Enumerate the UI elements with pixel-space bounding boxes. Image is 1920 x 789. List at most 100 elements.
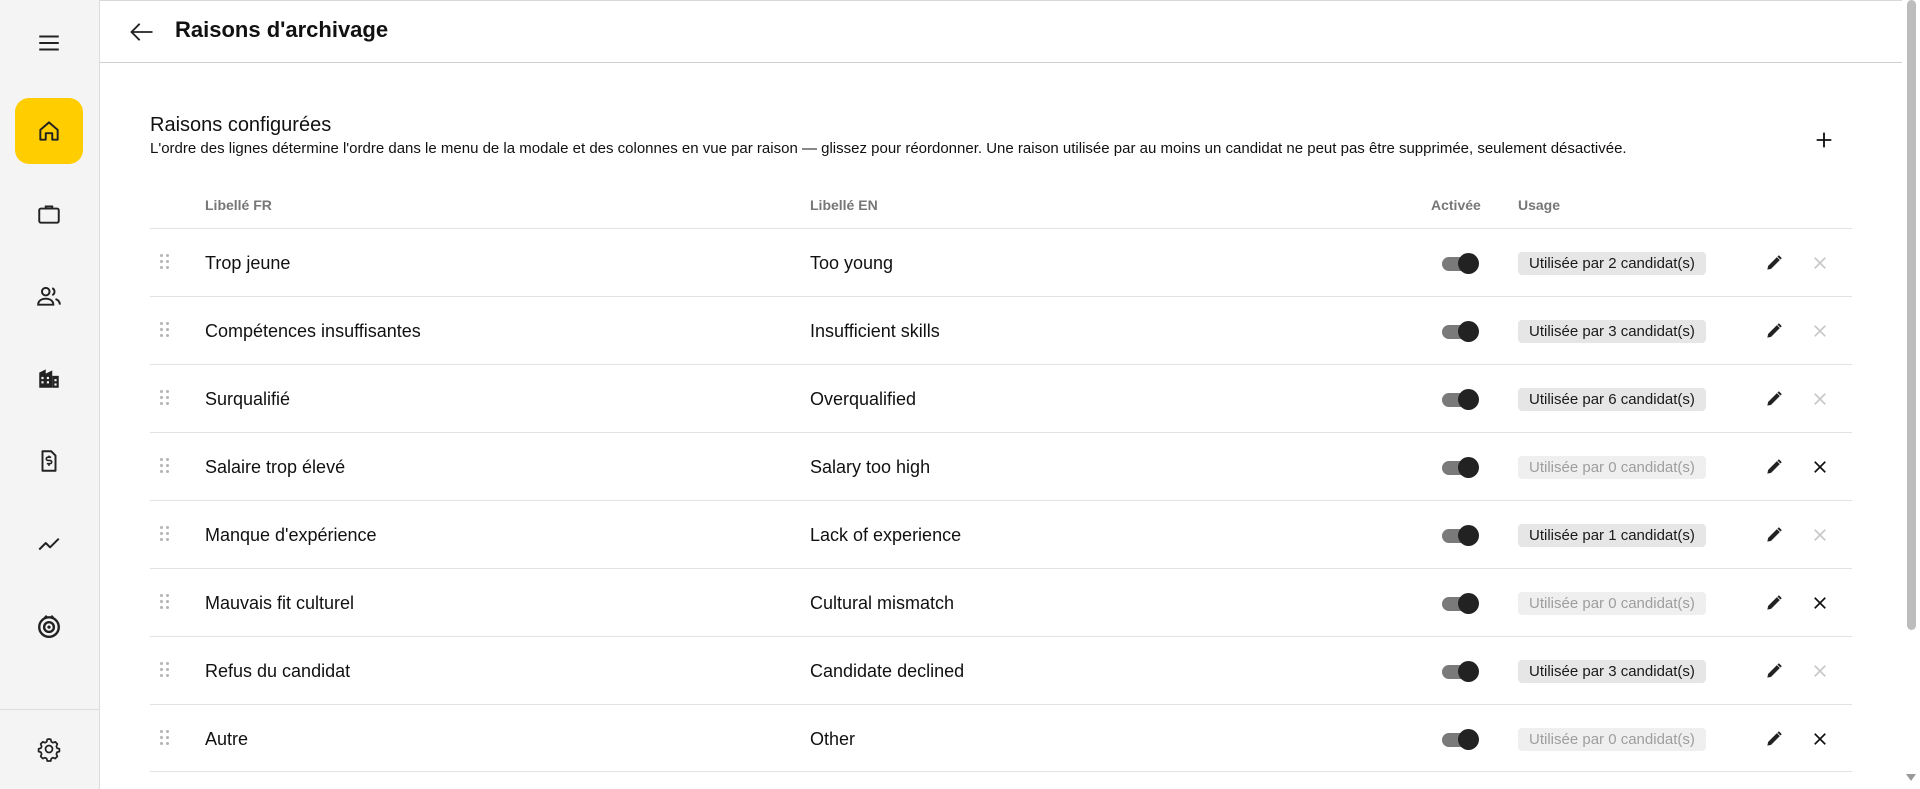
toggle-knob bbox=[1458, 729, 1479, 750]
label-fr-cell: Trop jeune bbox=[205, 253, 291, 273]
delete-button[interactable] bbox=[1808, 659, 1832, 683]
sidebar-item-companies[interactable] bbox=[15, 345, 83, 411]
close-icon bbox=[1814, 665, 1826, 677]
pencil-icon bbox=[1767, 595, 1782, 610]
label-en-cell: Too young bbox=[810, 253, 894, 273]
pencil-icon bbox=[1767, 459, 1782, 474]
enabled-toggle[interactable] bbox=[1442, 253, 1479, 274]
label-fr-cell: Autre bbox=[205, 729, 249, 749]
column-header-label-en: Libellé EN bbox=[810, 197, 878, 213]
sidebar-item-invoices[interactable] bbox=[15, 428, 83, 494]
enabled-toggle[interactable] bbox=[1442, 593, 1479, 614]
delete-button[interactable] bbox=[1808, 523, 1832, 547]
menu-icon bbox=[39, 35, 59, 51]
label-en-cell: Lack of experience bbox=[810, 525, 962, 545]
edit-button[interactable] bbox=[1762, 659, 1786, 683]
sidebar-item-settings[interactable] bbox=[15, 716, 83, 782]
table-row: Autre Other Utilisée par 0 candidat(s) bbox=[150, 704, 1852, 772]
enabled-toggle[interactable] bbox=[1442, 389, 1479, 410]
delete-button[interactable] bbox=[1808, 319, 1832, 343]
toggle-knob bbox=[1458, 253, 1479, 274]
edit-button[interactable] bbox=[1762, 523, 1786, 547]
toggle-knob bbox=[1458, 593, 1479, 614]
table-row: Salaire trop élevé Salary too high Utili… bbox=[150, 432, 1852, 500]
usage-badge: Utilisée par 6 candidat(s) bbox=[1518, 388, 1706, 411]
add-reason-button[interactable] bbox=[1808, 124, 1840, 156]
label-en-cell: Candidate declined bbox=[810, 661, 965, 681]
enabled-toggle[interactable] bbox=[1442, 321, 1479, 342]
delete-button[interactable] bbox=[1808, 727, 1832, 751]
delete-button[interactable] bbox=[1808, 251, 1832, 275]
close-icon bbox=[1814, 393, 1826, 405]
toggle-knob bbox=[1458, 457, 1479, 478]
edit-button[interactable] bbox=[1762, 591, 1786, 615]
briefcase-icon bbox=[38, 205, 60, 224]
invoice-icon bbox=[41, 450, 57, 472]
label-fr-cell: Manque d'expérience bbox=[205, 525, 377, 545]
drag-handle-icon[interactable] bbox=[160, 730, 172, 748]
toggle-knob bbox=[1458, 661, 1479, 682]
usage-badge: Utilisée par 3 candidat(s) bbox=[1518, 320, 1706, 343]
table-row: Manque d'expérience Lack of experience U… bbox=[150, 500, 1852, 568]
edit-button[interactable] bbox=[1762, 319, 1786, 343]
page-title: Raisons d'archivage bbox=[175, 17, 389, 42]
delete-button[interactable] bbox=[1808, 455, 1832, 479]
sidebar-item-analytics[interactable] bbox=[15, 510, 83, 576]
label-en-cell: Insufficient skills bbox=[810, 321, 940, 341]
sidebar-item-home[interactable] bbox=[15, 98, 83, 164]
building-icon bbox=[39, 369, 59, 388]
column-header-usage: Usage bbox=[1518, 197, 1561, 213]
sidebar-item-candidates[interactable] bbox=[15, 263, 83, 329]
back-button[interactable] bbox=[126, 16, 158, 48]
usage-badge: Utilisée par 1 candidat(s) bbox=[1518, 524, 1706, 547]
label-fr-cell: Surqualifié bbox=[205, 389, 291, 409]
label-fr-cell: Mauvais fit culturel bbox=[205, 593, 355, 613]
pencil-icon bbox=[1767, 255, 1782, 270]
sidebar-item-jobs[interactable] bbox=[15, 181, 83, 247]
enabled-toggle[interactable] bbox=[1442, 525, 1479, 546]
scrollbar[interactable] bbox=[1902, 0, 1920, 789]
toggle-knob bbox=[1458, 525, 1479, 546]
sidebar-item-integrations[interactable] bbox=[15, 593, 83, 659]
sidebar-divider bbox=[0, 709, 100, 710]
enabled-toggle[interactable] bbox=[1442, 457, 1479, 478]
table-row: Mauvais fit culturel Cultural mismatch U… bbox=[150, 568, 1852, 636]
usage-badge: Utilisée par 3 candidat(s) bbox=[1518, 660, 1706, 683]
delete-button[interactable] bbox=[1808, 387, 1832, 411]
camera-lens-icon bbox=[38, 614, 60, 639]
close-icon bbox=[1814, 461, 1826, 473]
pencil-icon bbox=[1767, 663, 1782, 678]
drag-handle-icon[interactable] bbox=[160, 458, 172, 476]
menu-button[interactable] bbox=[15, 10, 83, 76]
scrollbar-thumb[interactable] bbox=[1907, 0, 1916, 630]
scroll-down-icon[interactable] bbox=[1906, 774, 1916, 781]
label-fr-cell: Salaire trop élevé bbox=[205, 457, 346, 477]
edit-button[interactable] bbox=[1762, 455, 1786, 479]
drag-handle-icon[interactable] bbox=[160, 662, 172, 680]
drag-handle-icon[interactable] bbox=[160, 390, 172, 408]
label-fr-cell: Refus du candidat bbox=[205, 661, 351, 681]
enabled-toggle[interactable] bbox=[1442, 661, 1479, 682]
table-row: Refus du candidat Candidate declined Uti… bbox=[150, 636, 1852, 704]
pencil-icon bbox=[1767, 323, 1782, 338]
edit-button[interactable] bbox=[1762, 387, 1786, 411]
edit-button[interactable] bbox=[1762, 251, 1786, 275]
table-row: Compétences insuffisantes Insufficient s… bbox=[150, 296, 1852, 364]
sidebar bbox=[0, 0, 100, 789]
column-header-enabled: Activée bbox=[1431, 197, 1481, 213]
usage-badge: Utilisée par 0 candidat(s) bbox=[1518, 728, 1706, 751]
drag-handle-icon[interactable] bbox=[160, 254, 172, 272]
drag-handle-icon[interactable] bbox=[160, 526, 172, 544]
page-header: Raisons d'archivage bbox=[100, 0, 1902, 63]
usage-badge: Utilisée par 0 candidat(s) bbox=[1518, 592, 1706, 615]
drag-handle-icon[interactable] bbox=[160, 322, 172, 340]
close-icon bbox=[1814, 325, 1826, 337]
enabled-toggle[interactable] bbox=[1442, 729, 1479, 750]
usage-badge: Utilisée par 2 candidat(s) bbox=[1518, 252, 1706, 275]
section-description: L'ordre des lignes détermine l'ordre dan… bbox=[150, 140, 1627, 157]
trending-icon bbox=[38, 537, 60, 551]
delete-button[interactable] bbox=[1808, 591, 1832, 615]
drag-handle-icon[interactable] bbox=[160, 594, 172, 612]
pencil-icon bbox=[1767, 527, 1782, 542]
edit-button[interactable] bbox=[1762, 727, 1786, 751]
